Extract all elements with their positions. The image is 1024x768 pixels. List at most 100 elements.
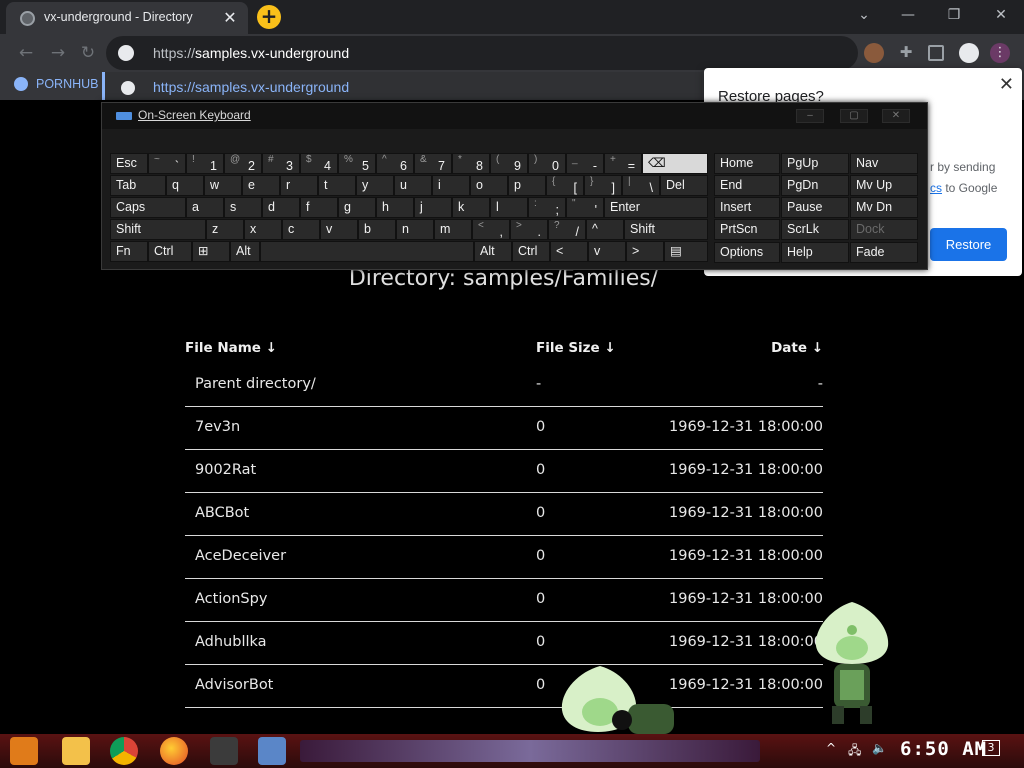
nav-key[interactable]: Insert — [714, 197, 780, 218]
key[interactable] — [260, 241, 474, 262]
file-name-link[interactable]: ABCBot — [195, 505, 249, 521]
column-date[interactable]: Date ↓ — [771, 340, 823, 356]
nav-key[interactable]: Home — [714, 153, 780, 174]
file-name-link[interactable]: ActionSpy — [195, 591, 267, 607]
browser-tab[interactable]: vx-underground - Directory ✕ — [6, 2, 248, 34]
key[interactable]: < — [550, 241, 588, 262]
table-row[interactable]: Parent directory/ - - — [185, 364, 823, 407]
nav-key[interactable]: End — [714, 175, 780, 196]
tab-search-chevron-icon[interactable]: ⌄ — [844, 4, 884, 28]
table-row[interactable]: ABCBot 0 1969-12-31 18:00:00 — [185, 493, 823, 536]
key[interactable]: ▤ — [664, 241, 708, 262]
tray-overflow-chevron-icon[interactable]: ^ — [826, 741, 836, 755]
key[interactable]: Caps — [110, 197, 186, 218]
osk-maximize-button[interactable]: ▢ — [840, 109, 868, 123]
key[interactable]: l — [490, 197, 528, 218]
notification-count-badge[interactable]: 3 — [982, 740, 1000, 756]
key[interactable]: j — [414, 197, 452, 218]
file-name-link[interactable]: AdvisorBot — [195, 677, 273, 693]
menu-kebab-icon[interactable]: ⋮ — [990, 43, 1010, 63]
osk-close-button[interactable]: ✕ — [882, 109, 910, 123]
table-row[interactable]: 9002Rat 0 1969-12-31 18:00:00 — [185, 450, 823, 493]
key[interactable]: p — [508, 175, 546, 196]
osk-title-bar[interactable]: On-Screen Keyboard – ▢ ✕ — [102, 103, 927, 129]
file-name-link[interactable]: 7ev3n — [195, 419, 240, 435]
key[interactable]: Tab — [110, 175, 166, 196]
key[interactable]: e — [242, 175, 280, 196]
osk-minimize-button[interactable]: – — [796, 109, 824, 123]
key[interactable]: z — [206, 219, 244, 240]
key[interactable]: f — [300, 197, 338, 218]
new-tab-button[interactable]: + — [257, 5, 281, 29]
key[interactable]: ⌫ — [642, 153, 708, 174]
key[interactable]: s — [224, 197, 262, 218]
restore-button[interactable]: Restore — [930, 228, 1007, 261]
column-file-size[interactable]: File Size ↓ — [536, 340, 616, 356]
key[interactable]: t — [318, 175, 356, 196]
key[interactable]: > — [626, 241, 664, 262]
key[interactable]: v — [320, 219, 358, 240]
back-arrow-icon[interactable]: ← — [14, 41, 38, 65]
profile-avatar-icon[interactable] — [959, 43, 979, 63]
tab-close-icon[interactable]: ✕ — [220, 8, 240, 28]
key[interactable]: q — [166, 175, 204, 196]
nav-key[interactable]: ScrLk — [781, 219, 849, 240]
key[interactable]: r — [280, 175, 318, 196]
key[interactable]: d — [262, 197, 300, 218]
table-row[interactable]: ActionSpy 0 1969-12-31 18:00:00 — [185, 579, 823, 622]
key[interactable]: Shift — [624, 219, 708, 240]
key[interactable]: i — [432, 175, 470, 196]
site-info-icon[interactable] — [118, 45, 134, 61]
key[interactable]: % 5 — [338, 153, 376, 174]
key[interactable]: b — [358, 219, 396, 240]
key[interactable]: }] — [584, 175, 622, 196]
close-window-button[interactable]: ✕ — [981, 4, 1021, 28]
reload-icon[interactable]: ↻ — [76, 41, 100, 65]
terminal-app-icon[interactable] — [210, 737, 238, 765]
key[interactable]: g — [338, 197, 376, 218]
address-url[interactable]: https://samples.vx-underground — [153, 45, 349, 61]
key[interactable]: Del — [660, 175, 708, 196]
network-icon[interactable]: 🖧 — [848, 741, 861, 762]
file-name-link[interactable]: Adhubllka — [195, 634, 267, 650]
table-row[interactable]: 7ev3n 0 1969-12-31 18:00:00 — [185, 407, 823, 450]
key[interactable]: $4 — [300, 153, 338, 174]
nav-key[interactable]: PgUp — [781, 153, 849, 174]
side-panel-icon[interactable] — [928, 45, 944, 61]
nav-key[interactable]: Dock — [850, 219, 918, 240]
minimize-button[interactable]: — — [888, 4, 928, 28]
key[interactable]: ) 0 — [528, 153, 566, 174]
forward-arrow-icon[interactable]: → — [46, 41, 70, 65]
chrome-icon[interactable] — [110, 737, 138, 765]
nav-key[interactable]: Nav — [850, 153, 918, 174]
key[interactable]: ^ — [586, 219, 624, 240]
bookmark-item[interactable]: PORNHUB — [14, 77, 99, 91]
key[interactable]: #3 — [262, 153, 300, 174]
firefox-icon[interactable] — [160, 737, 188, 765]
key[interactable]: ? / — [548, 219, 586, 240]
address-suggestion[interactable]: https://samples.vx-underground — [102, 72, 702, 102]
nav-key[interactable]: Help — [781, 242, 849, 263]
file-explorer-icon[interactable] — [62, 737, 90, 765]
key[interactable]: k — [452, 197, 490, 218]
nav-key[interactable]: PgDn — [781, 175, 849, 196]
key[interactable]: ! 1 — [186, 153, 224, 174]
column-file-name[interactable]: File Name ↓ — [185, 340, 277, 356]
extensions-puzzle-icon[interactable]: ✚ — [896, 43, 916, 63]
key[interactable]: a — [186, 197, 224, 218]
start-menu-icon[interactable] — [10, 737, 38, 765]
key[interactable]: (9 — [490, 153, 528, 174]
key[interactable]: _ - — [566, 153, 604, 174]
restore-close-icon[interactable]: ✕ — [999, 74, 1014, 95]
key[interactable]: {[ — [546, 175, 584, 196]
key[interactable]: " ' — [566, 197, 604, 218]
key[interactable]: o — [470, 175, 508, 196]
key[interactable]: v — [588, 241, 626, 262]
key[interactable]: y — [356, 175, 394, 196]
nav-key[interactable]: Mv Dn — [850, 197, 918, 218]
key[interactable]: h — [376, 197, 414, 218]
restore-link[interactable]: cs — [930, 181, 942, 195]
keyboard-app-icon[interactable] — [258, 737, 286, 765]
key[interactable]: Enter — [604, 197, 708, 218]
volume-icon[interactable]: 🔈 — [872, 741, 887, 755]
